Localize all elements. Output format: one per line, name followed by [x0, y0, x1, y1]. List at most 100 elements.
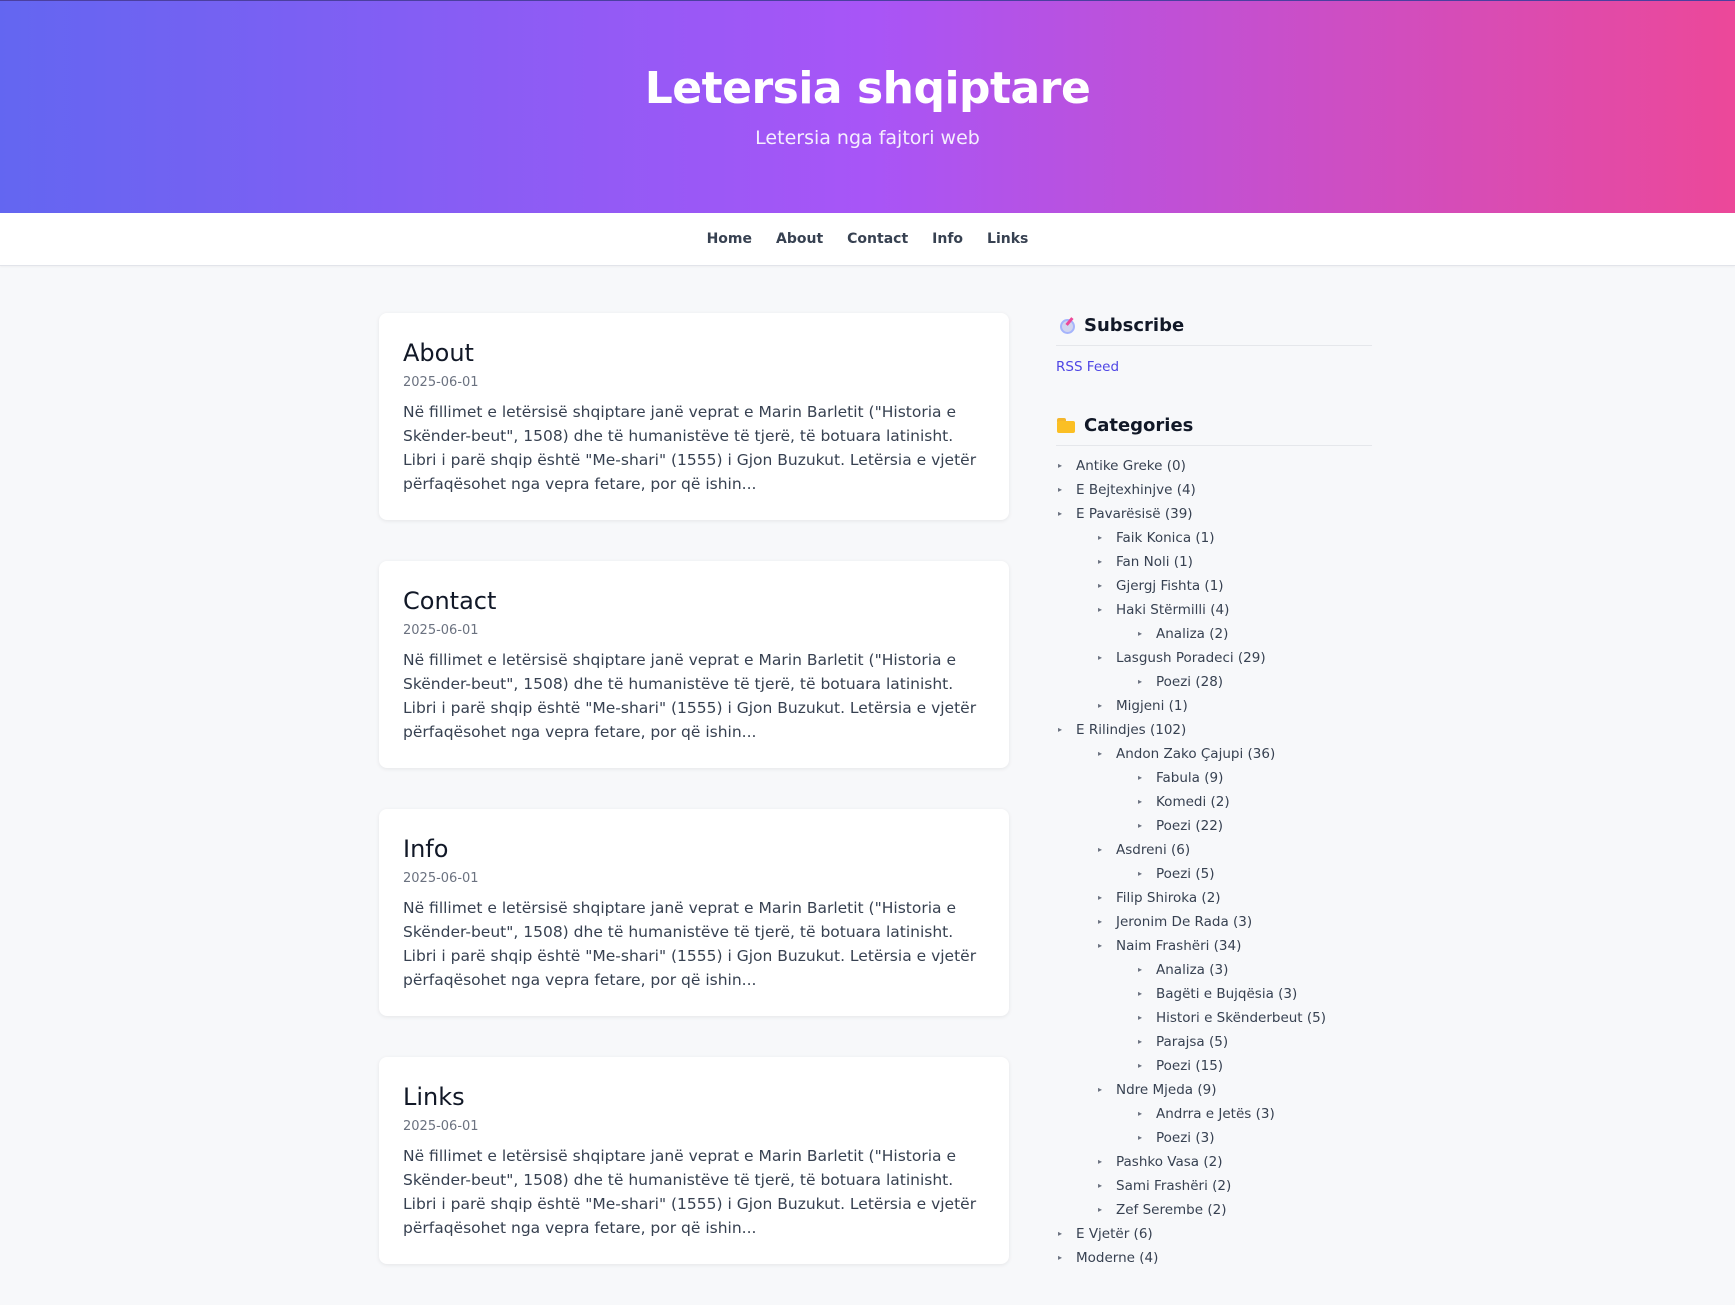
category-item[interactable]: Komedi (2) [1056, 790, 1372, 814]
category-item[interactable]: Moderne (4) [1056, 1246, 1372, 1270]
category-item[interactable]: Bagëti e Bujqësia (3) [1056, 982, 1372, 1006]
category-item[interactable]: Pashko Vasa (2) [1056, 1150, 1372, 1174]
category-label: Naim Frashëri (34) [1116, 938, 1242, 954]
categories-title-text: Categories [1084, 414, 1194, 436]
caret-right-icon [1098, 934, 1102, 958]
category-item[interactable]: Lasgush Poradeci (29) [1056, 646, 1372, 670]
post-date: 2025-06-01 [403, 1119, 479, 1134]
category-item[interactable]: Naim Frashëri (34) [1056, 934, 1372, 958]
caret-right-icon [1098, 598, 1102, 622]
category-label: E Rilindjes (102) [1076, 722, 1187, 738]
category-label: Zef Serembe (2) [1116, 1202, 1227, 1218]
category-item[interactable]: Poezi (22) [1056, 814, 1372, 838]
category-item[interactable]: Jeronim De Rada (3) [1056, 910, 1372, 934]
category-label: Poezi (5) [1156, 866, 1215, 882]
category-label: Poezi (28) [1156, 674, 1224, 690]
category-label: Poezi (15) [1156, 1058, 1224, 1074]
categories-widget: Categories Antike Greke (0) E Bejtexhinjv… [1056, 413, 1372, 1270]
category-item[interactable]: Antike Greke (0) [1056, 454, 1372, 478]
caret-right-icon [1138, 790, 1142, 814]
caret-right-icon [1138, 814, 1142, 838]
caret-right-icon [1058, 502, 1062, 526]
category-label: Parajsa (5) [1156, 1034, 1229, 1050]
caret-right-icon [1138, 766, 1142, 790]
nav-about[interactable]: About [776, 231, 823, 247]
category-label: Fabula (9) [1156, 770, 1224, 786]
category-item[interactable]: Sami Frashëri (2) [1056, 1174, 1372, 1198]
post-title[interactable]: Links [403, 1082, 985, 1112]
caret-right-icon [1138, 1030, 1142, 1054]
caret-right-icon [1138, 1006, 1142, 1030]
category-item[interactable]: Asdreni (6) [1056, 838, 1372, 862]
category-item[interactable]: Parajsa (5) [1056, 1030, 1372, 1054]
category-label: Lasgush Poradeci (29) [1116, 650, 1266, 666]
category-item[interactable]: Migjeni (1) [1056, 694, 1372, 718]
category-label: Moderne (4) [1076, 1250, 1159, 1266]
post-title[interactable]: Info [403, 834, 985, 864]
category-item[interactable]: Filip Shiroka (2) [1056, 886, 1372, 910]
caret-right-icon [1098, 910, 1102, 934]
post-title[interactable]: About [403, 338, 985, 368]
category-item[interactable]: Ndre Mjeda (9) [1056, 1078, 1372, 1102]
caret-right-icon [1098, 1198, 1102, 1222]
category-item[interactable]: Poezi (28) [1056, 670, 1372, 694]
category-label: Poezi (3) [1156, 1130, 1215, 1146]
category-label: Faik Konica (1) [1116, 530, 1215, 546]
nav-links[interactable]: Links [987, 231, 1028, 247]
category-label: Migjeni (1) [1116, 698, 1188, 714]
category-item[interactable]: Poezi (15) [1056, 1054, 1372, 1078]
category-label: Analiza (2) [1156, 626, 1229, 642]
post-excerpt: Në fillimet e letërsisë shqiptare janë v… [403, 899, 977, 989]
category-label: Gjergj Fishta (1) [1116, 578, 1224, 594]
category-item[interactable]: E Pavarësisë (39) [1056, 502, 1372, 526]
folder-icon [1056, 416, 1076, 434]
post-date: 2025-06-01 [403, 375, 479, 390]
categories-title: Categories [1056, 413, 1372, 446]
caret-right-icon [1138, 862, 1142, 886]
post-date: 2025-06-01 [403, 623, 479, 638]
caret-right-icon [1138, 1054, 1142, 1078]
category-item[interactable]: Haki Stërmilli (4) [1056, 598, 1372, 622]
category-label: Ndre Mjeda (9) [1116, 1082, 1217, 1098]
sidebar: Subscribe RSS Feed Categories Antike Gre… [1056, 313, 1372, 1270]
category-item[interactable]: E Rilindjes (102) [1056, 718, 1372, 742]
post-excerpt: Në fillimet e letërsisë shqiptare janë v… [403, 403, 977, 493]
category-item[interactable]: Andrra e Jetës (3) [1056, 1102, 1372, 1126]
category-item[interactable]: Poezi (3) [1056, 1126, 1372, 1150]
site-title[interactable]: Letersia shqiptare [0, 63, 1735, 114]
category-item[interactable]: Gjergj Fishta (1) [1056, 574, 1372, 598]
caret-right-icon [1098, 646, 1102, 670]
post-title[interactable]: Contact [403, 586, 985, 616]
category-item[interactable]: Zef Serembe (2) [1056, 1198, 1372, 1222]
category-item[interactable]: Andon Zako Çajupi (36) [1056, 742, 1372, 766]
category-item[interactable]: Analiza (2) [1056, 622, 1372, 646]
nav-home[interactable]: Home [707, 231, 752, 247]
caret-right-icon [1098, 742, 1102, 766]
caret-right-icon [1098, 526, 1102, 550]
category-label: E Vjetër (6) [1076, 1226, 1153, 1242]
category-item[interactable]: E Bejtexhinjve (4) [1056, 478, 1372, 502]
rss-feed-link[interactable]: RSS Feed [1056, 359, 1372, 375]
category-label: Histori e Skënderbeut (5) [1156, 1010, 1327, 1026]
category-label: Jeronim De Rada (3) [1116, 914, 1253, 930]
category-item[interactable]: Poezi (5) [1056, 862, 1372, 886]
subscribe-title: Subscribe [1056, 313, 1372, 346]
category-label: Fan Noli (1) [1116, 554, 1193, 570]
category-item[interactable]: Faik Konica (1) [1056, 526, 1372, 550]
caret-right-icon [1058, 1222, 1062, 1246]
category-label: Pashko Vasa (2) [1116, 1154, 1223, 1170]
category-item[interactable]: Fabula (9) [1056, 766, 1372, 790]
nav-contact[interactable]: Contact [847, 231, 908, 247]
category-item[interactable]: Analiza (3) [1056, 958, 1372, 982]
category-item[interactable]: Fan Noli (1) [1056, 550, 1372, 574]
category-item[interactable]: E Vjetër (6) [1056, 1222, 1372, 1246]
caret-right-icon [1058, 478, 1062, 502]
post-card: Info 2025-06-01 Në fillimet e letërsisë … [379, 809, 1009, 1016]
caret-right-icon [1098, 694, 1102, 718]
caret-right-icon [1138, 958, 1142, 982]
caret-right-icon [1098, 838, 1102, 862]
category-label: Antike Greke (0) [1076, 458, 1186, 474]
category-label: Sami Frashëri (2) [1116, 1178, 1232, 1194]
category-item[interactable]: Histori e Skënderbeut (5) [1056, 1006, 1372, 1030]
nav-info[interactable]: Info [932, 231, 963, 247]
